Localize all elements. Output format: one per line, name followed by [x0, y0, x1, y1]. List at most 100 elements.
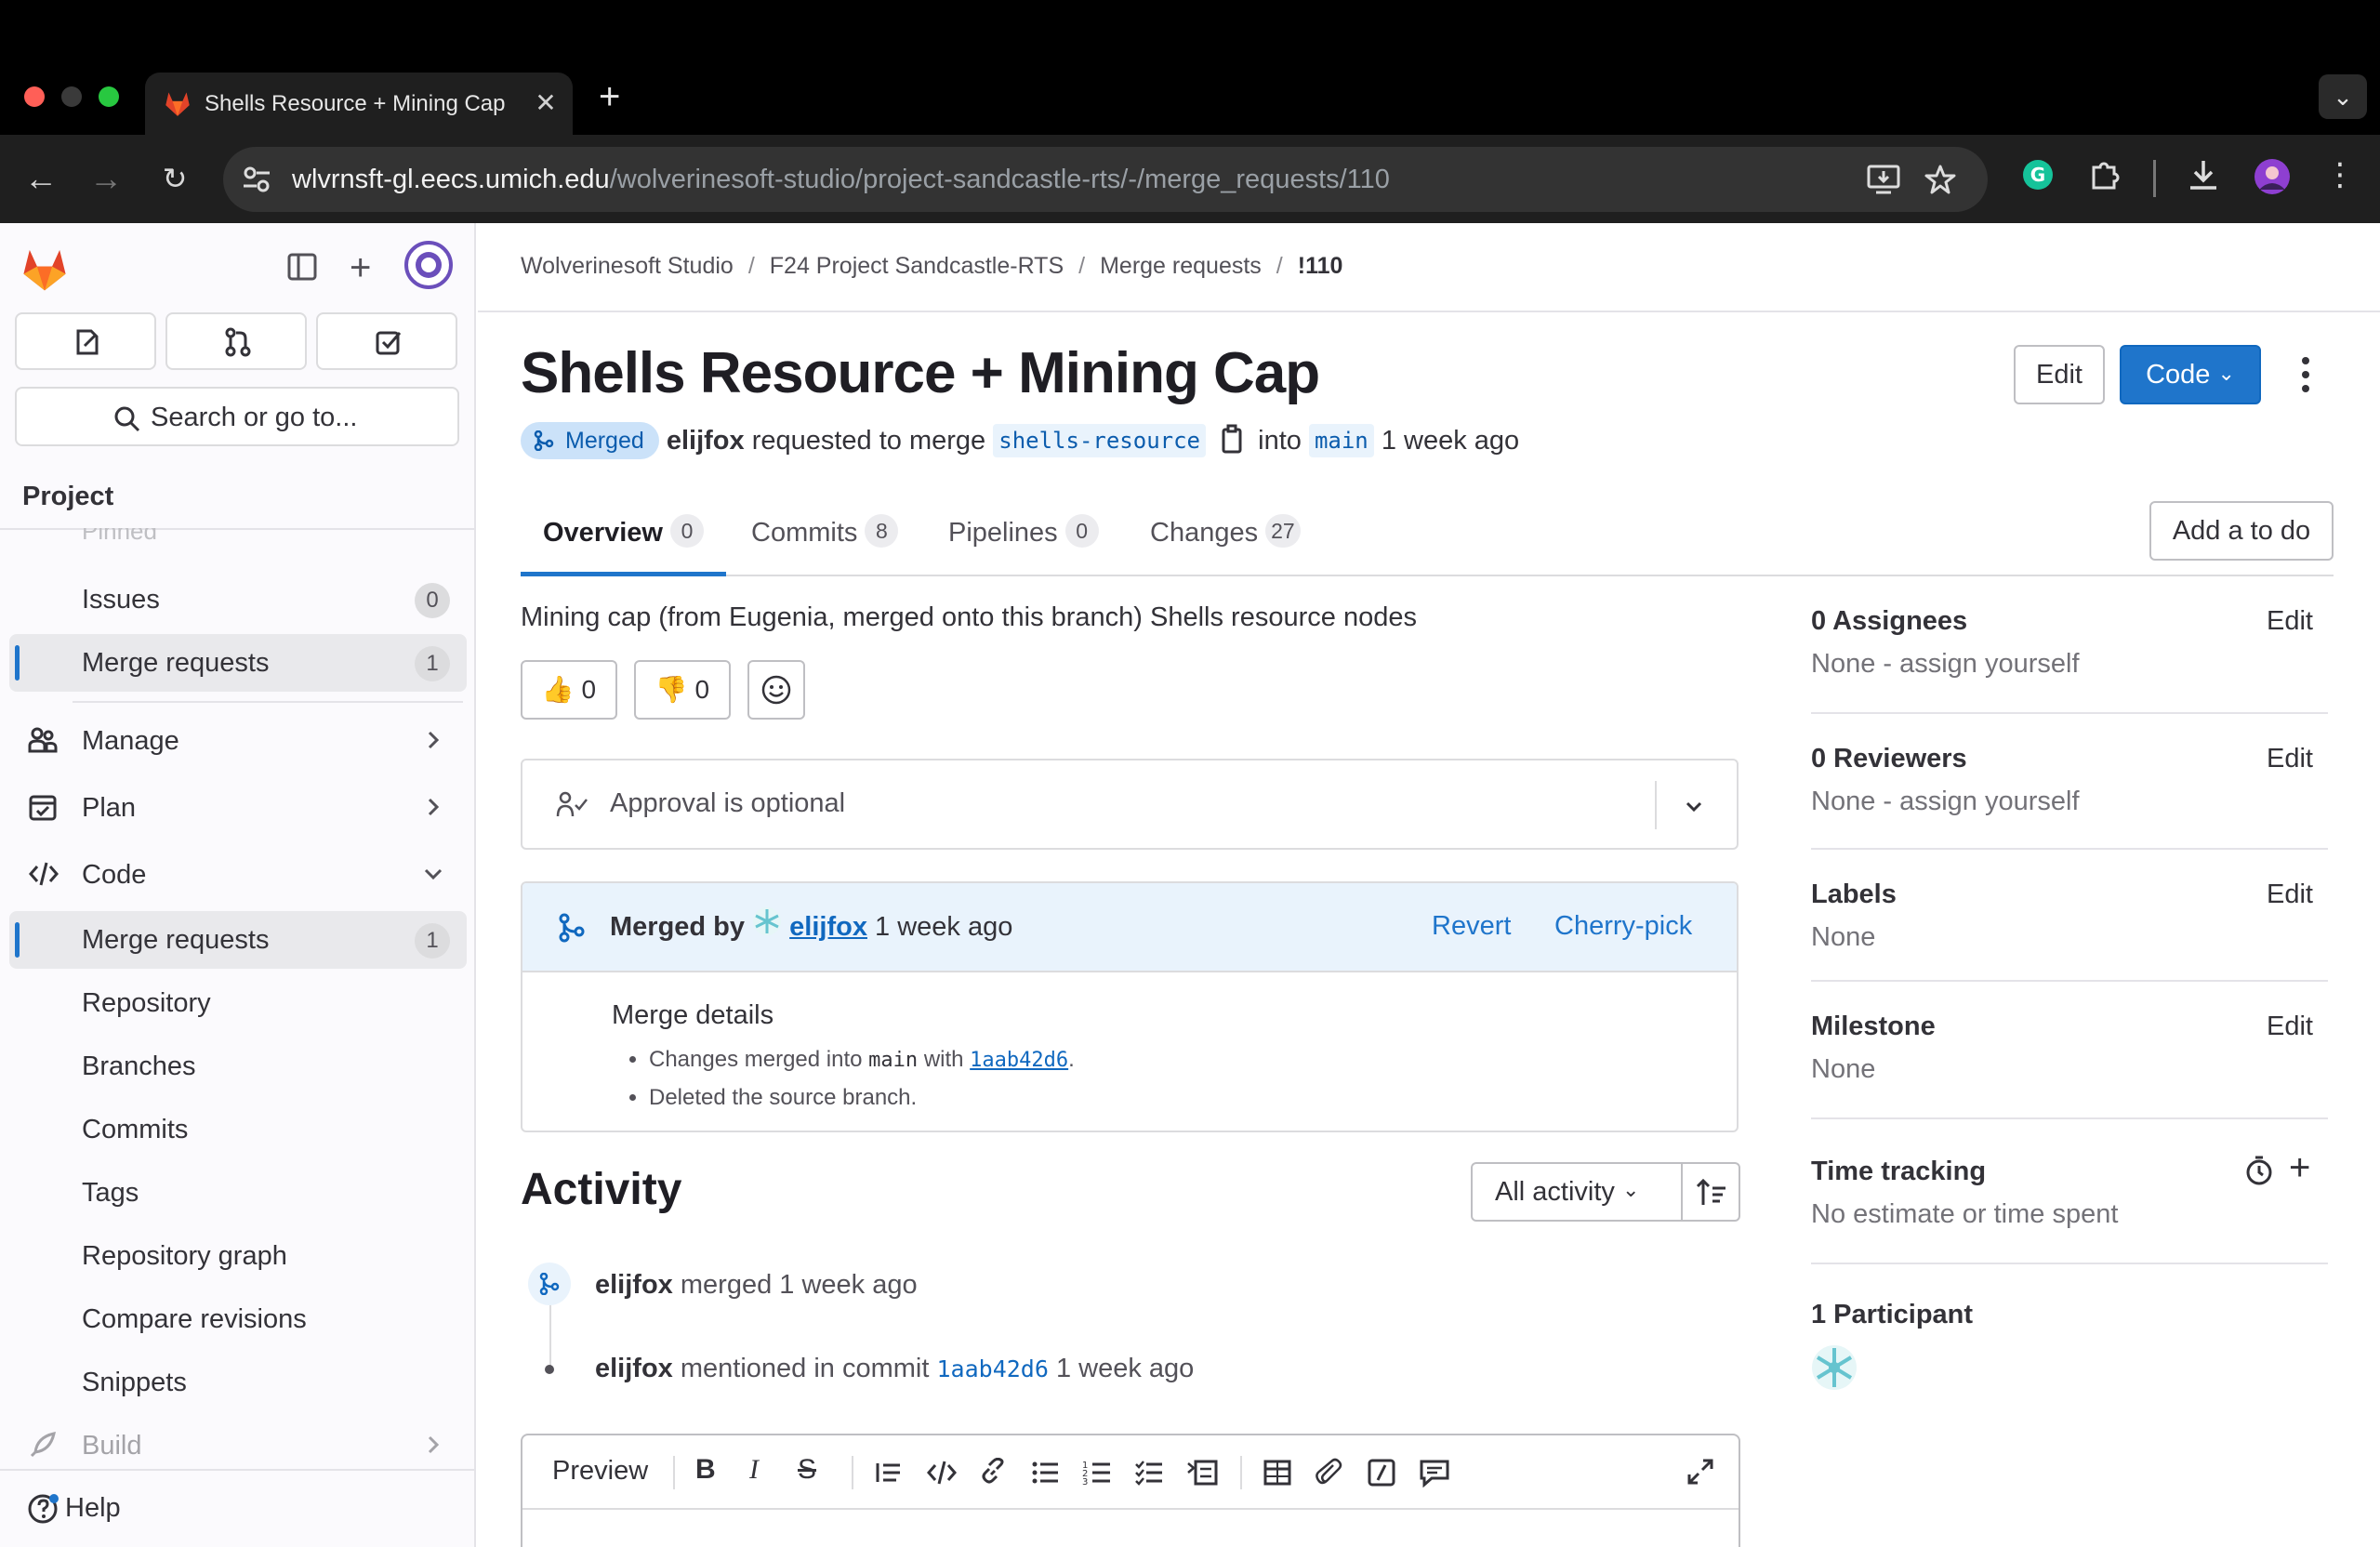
address-bar[interactable]: wlvrnsft-gl.eecs.umich.edu/wolverinesoft… — [223, 147, 1988, 212]
commit-hash-link[interactable]: 1aab42d6 — [937, 1355, 1049, 1382]
sidebar-item-plan[interactable]: Plan — [9, 779, 467, 837]
breadcrumb-item-merge-requests[interactable]: Merge requests — [1100, 253, 1262, 279]
edit-labels-button[interactable]: Edit — [2267, 879, 2313, 910]
sidebar-item-snippets[interactable]: Snippets — [9, 1354, 467, 1411]
chevron-down-icon[interactable] — [1681, 794, 1707, 827]
breadcrumb-item-group[interactable]: Wolverinesoft Studio — [521, 253, 734, 279]
thumbs-down-button[interactable]: 👎 0 — [634, 660, 731, 720]
bookmark-star-icon[interactable] — [1924, 164, 1956, 200]
approval-widget[interactable]: Approval is optional — [521, 759, 1739, 850]
user-avatar-icon[interactable] — [403, 240, 454, 295]
site-info-icon[interactable] — [242, 165, 271, 198]
sort-order-icon[interactable] — [1696, 1177, 1727, 1213]
browser-menu-icon[interactable]: ⋮ — [2324, 158, 2356, 192]
tab-changes[interactable]: Changes 27 — [1150, 502, 1301, 576]
add-time-icon[interactable]: + — [2289, 1149, 2310, 1186]
event-user-link[interactable]: elijfox — [595, 1270, 673, 1300]
sidebar-item-compare-revisions[interactable]: Compare revisions — [9, 1290, 467, 1348]
todo-list-button[interactable] — [316, 312, 457, 370]
sidebar-item-tags[interactable]: Tags — [9, 1164, 467, 1222]
preview-tab[interactable]: Preview — [552, 1456, 648, 1487]
target-branch[interactable]: main — [1308, 424, 1374, 457]
table-icon[interactable] — [1263, 1458, 1292, 1492]
sidebar-item-build[interactable]: Build — [9, 1417, 467, 1474]
maximize-window-button[interactable] — [99, 86, 119, 107]
tab-close-icon[interactable]: ✕ — [532, 89, 560, 117]
author-link[interactable]: elijfox — [667, 426, 745, 456]
code-icon[interactable] — [926, 1458, 958, 1492]
fullscreen-icon[interactable] — [1686, 1458, 1714, 1490]
sidebar-item-branches[interactable]: Branches — [9, 1038, 467, 1095]
collapse-sidebar-icon[interactable] — [286, 251, 318, 287]
merge-requests-shortcut-button[interactable] — [165, 312, 307, 370]
quote-icon[interactable] — [874, 1458, 904, 1492]
commit-hash-link[interactable]: 1aab42d6 — [970, 1049, 1068, 1072]
new-tab-icon[interactable]: + — [599, 76, 620, 117]
source-branch[interactable]: shells-resource — [993, 424, 1206, 457]
copy-branch-icon[interactable] — [1219, 422, 1245, 466]
sidebar-item-repository-graph[interactable]: Repository graph — [9, 1227, 467, 1285]
sidebar-item-merge-requests-pinned[interactable]: Merge requests 1 — [9, 634, 467, 692]
tab-overview[interactable]: Overview 0 — [521, 502, 726, 576]
browser-tab[interactable]: Shells Resource + Mining Cap ✕ — [145, 73, 573, 136]
stopwatch-icon[interactable] — [2244, 1155, 2274, 1191]
link-icon[interactable] — [978, 1457, 1008, 1492]
strikethrough-icon[interactable]: S — [798, 1454, 816, 1486]
activity-filter[interactable]: All activity ⌄ — [1471, 1162, 1740, 1222]
cherry-pick-button[interactable]: Cherry-pick — [1554, 909, 1692, 943]
back-icon[interactable]: ← — [20, 158, 61, 199]
numbered-list-icon[interactable]: 123 — [1082, 1458, 1112, 1492]
search-input[interactable]: Search or go to... — [15, 387, 459, 446]
gitlab-logo-icon[interactable] — [20, 245, 69, 297]
assign-yourself-link[interactable]: None - assign yourself — [1811, 787, 2080, 817]
edit-assignees-button[interactable]: Edit — [2267, 606, 2313, 637]
sidebar-item-code[interactable]: Code — [9, 846, 467, 904]
breadcrumb-item-project[interactable]: F24 Project Sandcastle-RTS — [770, 253, 1064, 279]
revert-button[interactable]: Revert — [1432, 909, 1511, 943]
comment-editor[interactable]: Preview B I S 123 — [521, 1434, 1740, 1547]
bold-icon[interactable]: B — [695, 1454, 716, 1486]
pinned-section-label[interactable]: Pinned — [82, 528, 157, 546]
extensions-puzzle-icon[interactable] — [2088, 158, 2122, 196]
code-dropdown-button[interactable]: Code ⌄ — [2120, 345, 2261, 404]
comment-template-icon[interactable] — [1419, 1458, 1450, 1492]
assigned-issues-button[interactable] — [15, 312, 156, 370]
sidebar-item-commits[interactable]: Commits — [9, 1101, 467, 1158]
attach-file-icon[interactable] — [1315, 1458, 1344, 1492]
tab-search-chevron-icon[interactable]: ⌄ — [2319, 74, 2367, 119]
assign-yourself-link[interactable]: None - assign yourself — [1811, 649, 2080, 680]
profile-avatar-icon[interactable] — [2254, 158, 2291, 200]
more-actions-icon[interactable] — [2293, 353, 2319, 401]
bullet-list-icon[interactable] — [1030, 1458, 1060, 1492]
avatar[interactable] — [1811, 1344, 1858, 1395]
forward-icon[interactable]: → — [86, 158, 126, 199]
create-new-icon[interactable]: + — [350, 249, 371, 286]
tab-commits[interactable]: Commits 8 — [751, 502, 899, 576]
close-window-button[interactable] — [24, 86, 45, 107]
event-user-link[interactable]: elijfox — [595, 1354, 673, 1383]
sidebar-item-repository[interactable]: Repository — [9, 974, 467, 1032]
add-reaction-button[interactable] — [747, 660, 805, 720]
italic-icon[interactable]: I — [749, 1454, 759, 1486]
edit-reviewers-button[interactable]: Edit — [2267, 744, 2313, 774]
task-list-icon[interactable] — [1134, 1458, 1164, 1492]
breadcrumb-item-current[interactable]: !110 — [1298, 253, 1343, 279]
tab-pipelines[interactable]: Pipelines 0 — [948, 502, 1099, 576]
merged-by-user-link[interactable]: elijfox — [789, 912, 867, 942]
slash-commands-icon[interactable] — [1367, 1458, 1396, 1492]
thumbs-up-button[interactable]: 👍 0 — [521, 660, 617, 720]
downloads-icon[interactable] — [2187, 158, 2220, 196]
edit-button[interactable]: Edit — [2014, 345, 2105, 404]
grammarly-extension-icon[interactable]: G — [2021, 158, 2055, 196]
install-app-icon[interactable] — [1867, 164, 1900, 200]
add-todo-button[interactable]: Add a to do — [2149, 501, 2334, 561]
sidebar-item-issues[interactable]: Issues 0 — [9, 571, 467, 628]
collapsible-section-icon[interactable] — [1186, 1458, 1218, 1492]
edit-milestone-button[interactable]: Edit — [2267, 1012, 2313, 1042]
reload-icon[interactable]: ↻ — [154, 158, 195, 199]
help-button[interactable]: Help — [0, 1469, 474, 1547]
minimize-window-button[interactable] — [61, 86, 82, 107]
sidebar-item-manage[interactable]: Manage — [9, 712, 467, 770]
activity-filter-dropdown[interactable]: All activity ⌄ — [1495, 1177, 1639, 1208]
sidebar-item-merge-requests[interactable]: Merge requests 1 — [9, 911, 467, 969]
